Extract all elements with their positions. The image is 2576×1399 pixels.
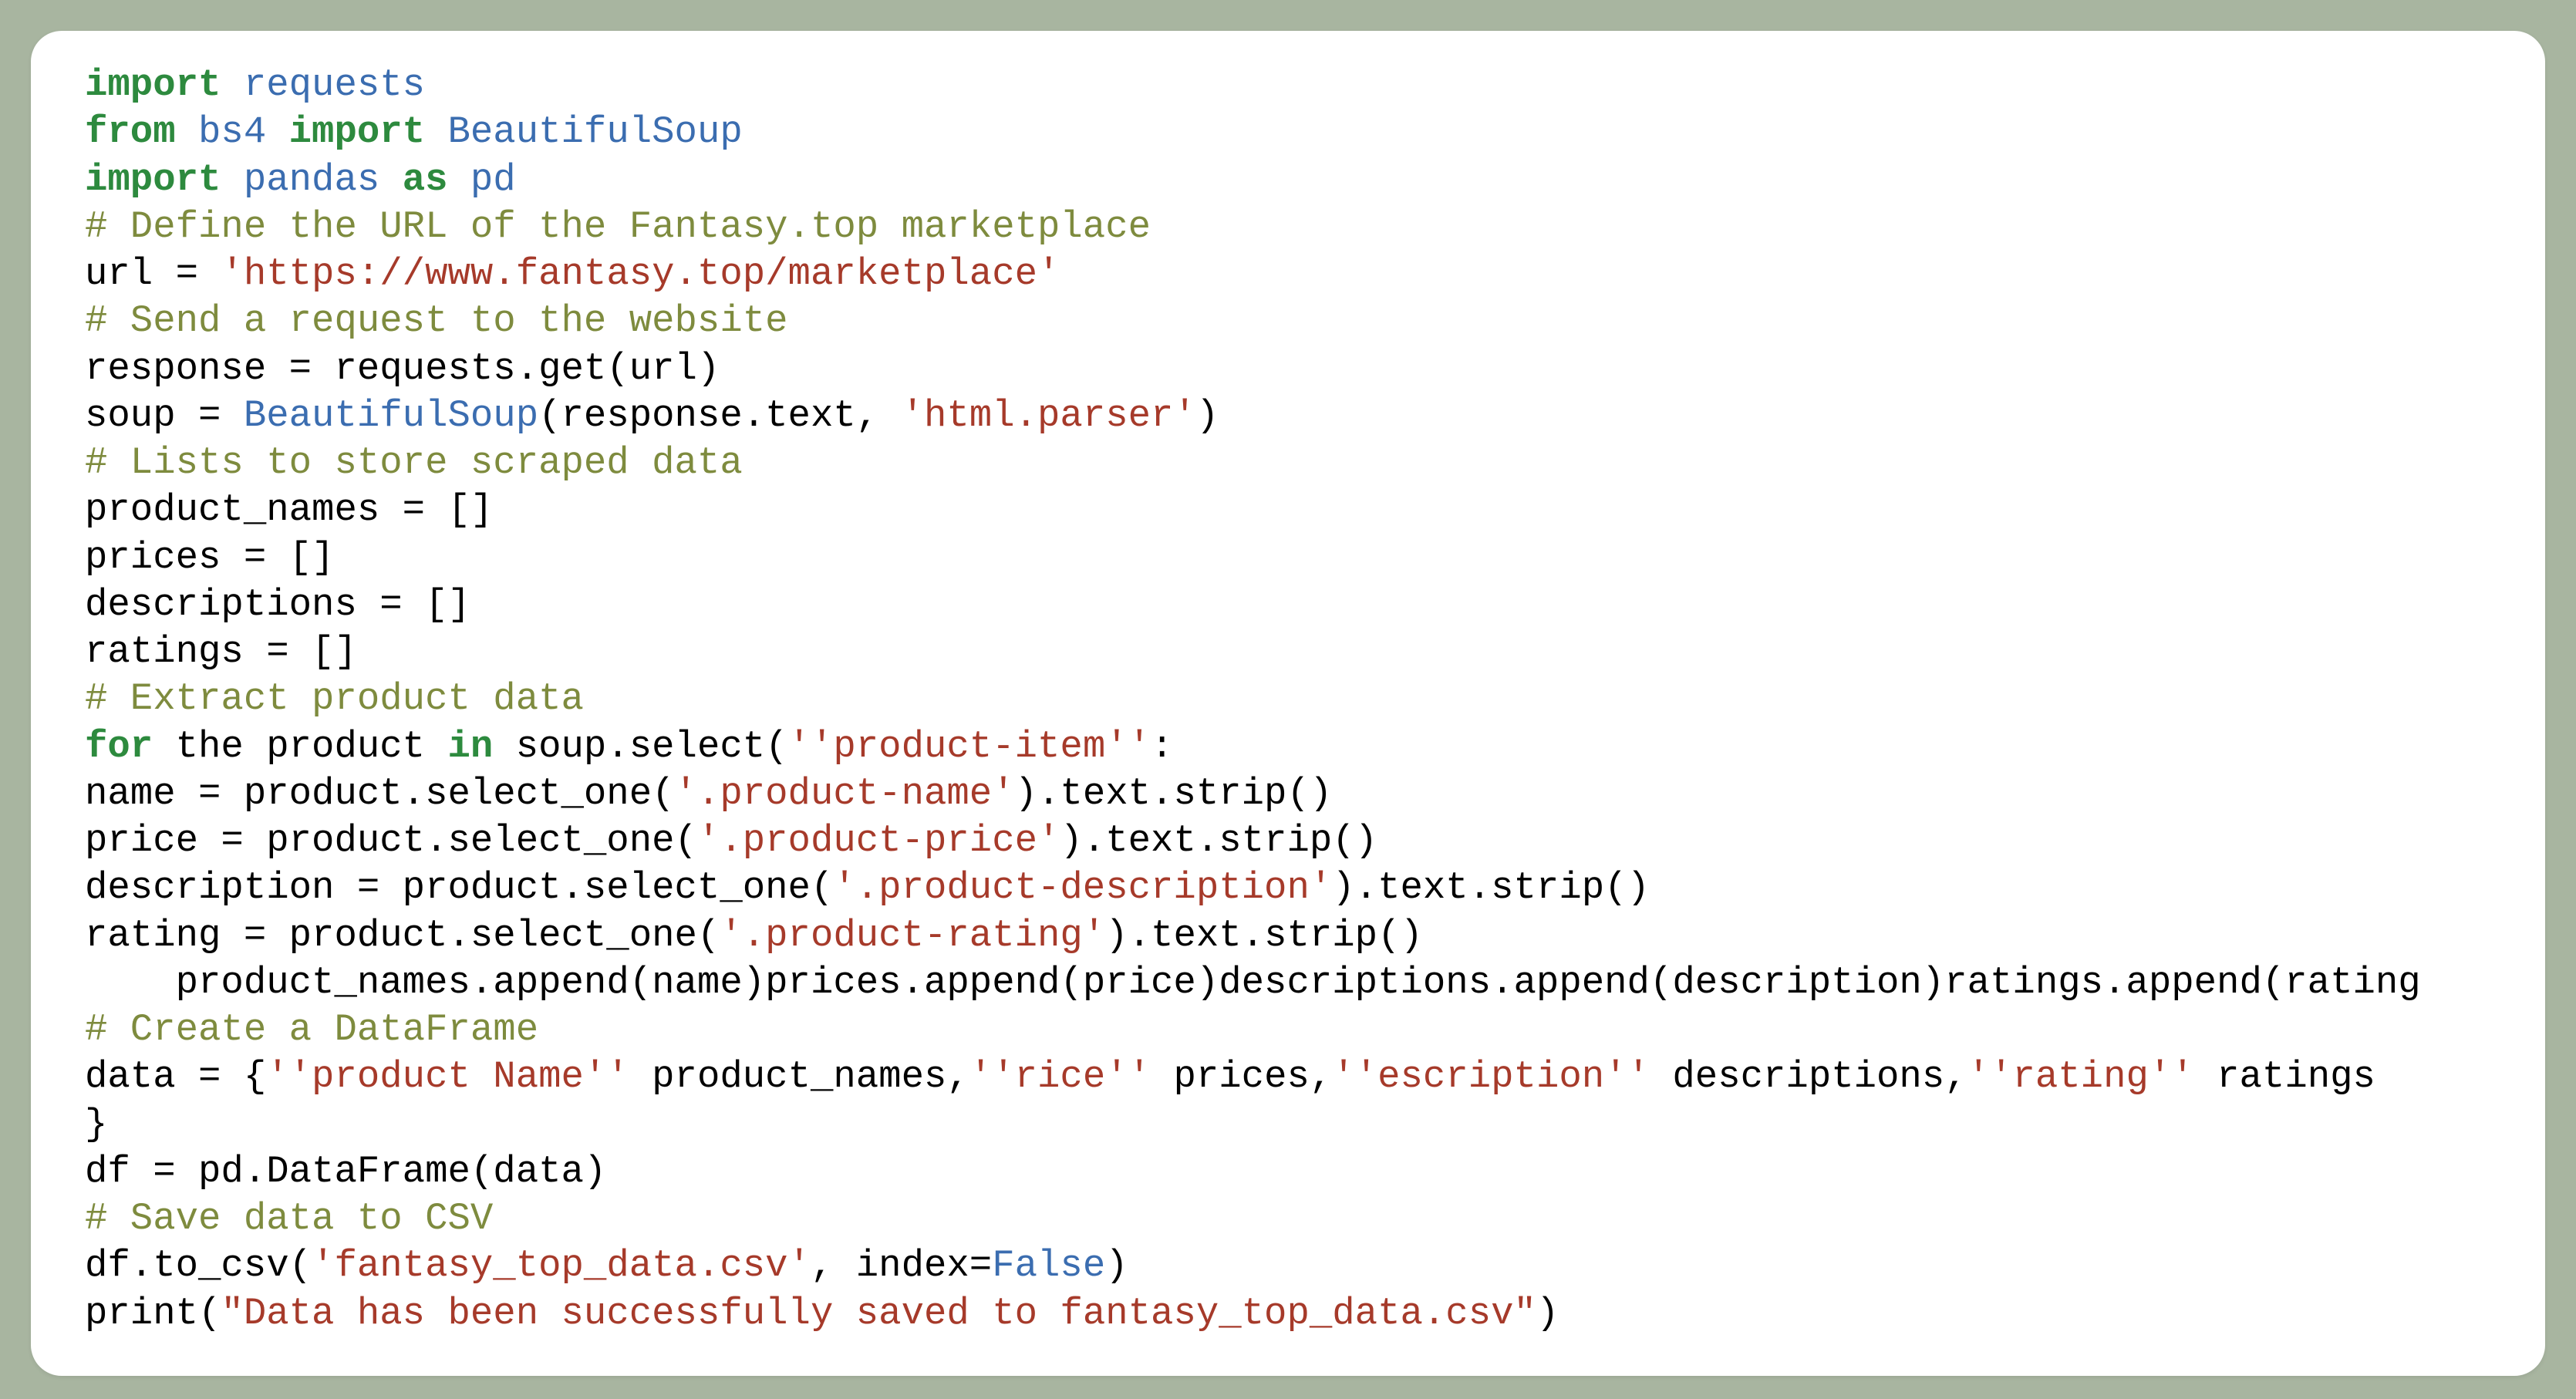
code-line: df = pd.DataFrame(data)	[85, 1150, 606, 1193]
code-line: product_names = []	[85, 488, 493, 531]
code-line: from bs4 import BeautifulSoup	[85, 110, 743, 153]
code-comment: # Define the URL of the Fantasy.top mark…	[85, 205, 1151, 248]
python-code: import requests from bs4 import Beautifu…	[85, 62, 2491, 1337]
code-comment: # Extract product data	[85, 677, 584, 720]
code-line: import requests	[85, 63, 425, 106]
code-line: rating = product.select_one('.product-ra…	[85, 914, 1423, 957]
code-line: df.to_csv('fantasy_top_data.csv', index=…	[85, 1244, 1128, 1287]
code-line: ratings = []	[85, 630, 357, 673]
code-line: }	[85, 1103, 107, 1146]
code-line: import pandas as pd	[85, 158, 516, 201]
code-line: price = product.select_one('.product-pri…	[85, 819, 1377, 862]
code-line: print("Data has been successfully saved …	[85, 1292, 1559, 1335]
code-line: for the product in soup.select(''product…	[85, 725, 1173, 768]
code-comment: # Create a DataFrame	[85, 1008, 538, 1051]
code-line: prices = []	[85, 536, 334, 579]
code-line: description = product.select_one('.produ…	[85, 866, 1650, 909]
code-line: product_names.append(name)prices.append(…	[85, 961, 2421, 1004]
code-line: soup = BeautifulSoup(response.text, 'htm…	[85, 394, 1219, 437]
page-background: import requests from bs4 import Beautifu…	[0, 0, 2576, 1399]
code-line: name = product.select_one('.product-name…	[85, 772, 1332, 815]
code-comment: # Save data to CSV	[85, 1197, 493, 1240]
code-comment: # Lists to store scraped data	[85, 441, 743, 484]
code-block-card: import requests from bs4 import Beautifu…	[31, 31, 2545, 1376]
code-line: data = {''product Name'' product_names,'…	[85, 1055, 2375, 1098]
code-line: response = requests.get(url)	[85, 347, 720, 390]
code-line: descriptions = []	[85, 583, 470, 626]
code-comment: # Send a request to the website	[85, 299, 788, 342]
code-line: url = 'https://www.fantasy.top/marketpla…	[85, 252, 1060, 295]
